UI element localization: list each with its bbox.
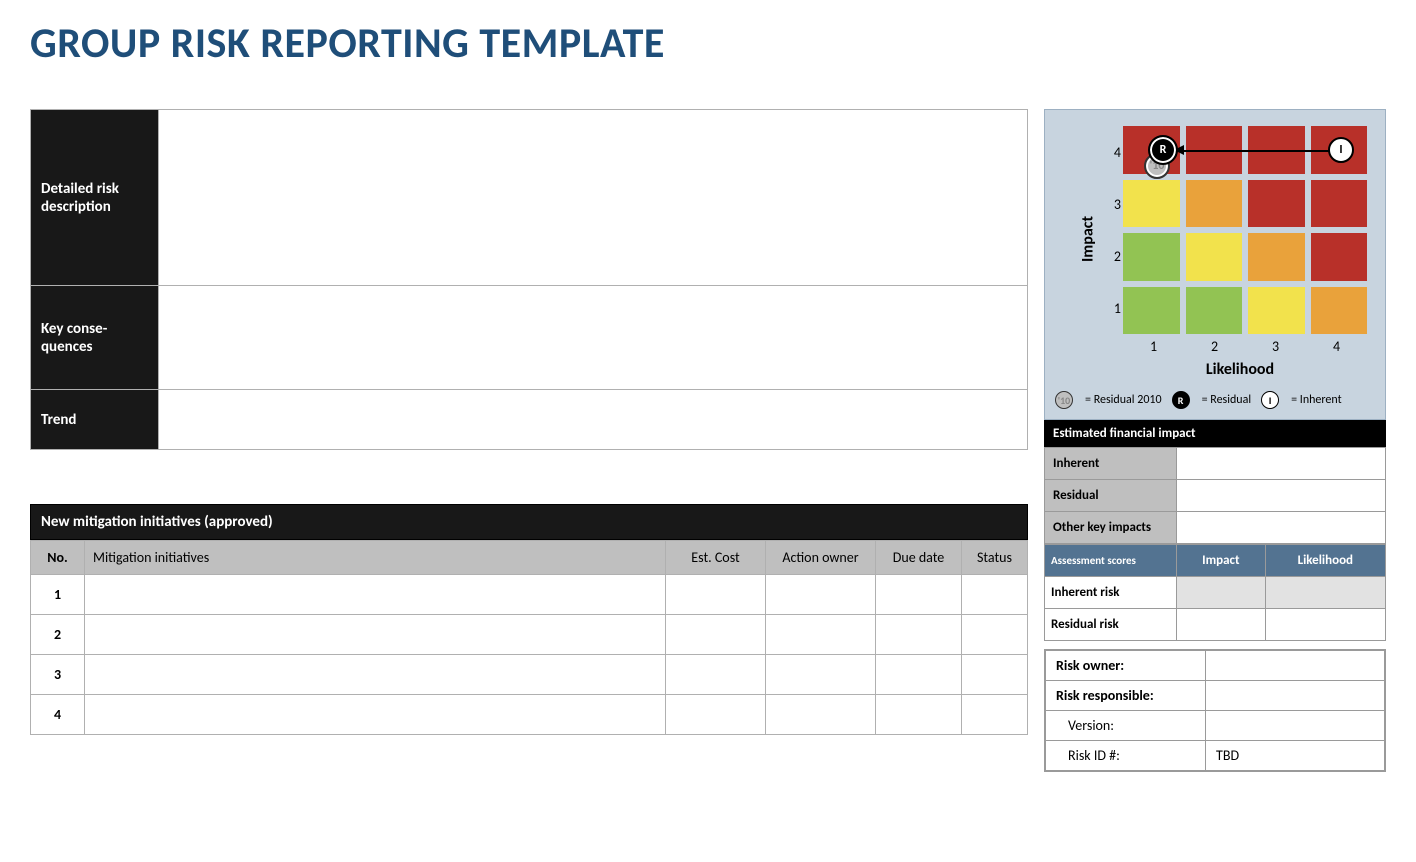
assessment-table: Assessment scores Impact Likelihood Inhe… xyxy=(1044,544,1386,641)
legend-mark-r10-icon: '10 xyxy=(1055,391,1073,409)
mit-col-no: No. xyxy=(31,541,85,575)
efi-other-value[interactable] xyxy=(1177,512,1386,544)
efi-inherent-value[interactable] xyxy=(1177,448,1386,480)
mit-row-no: 3 xyxy=(31,655,85,695)
assess-corner: Assessment scores xyxy=(1045,545,1177,577)
mit-row-due[interactable] xyxy=(876,655,962,695)
mit-row-status[interactable] xyxy=(962,575,1028,615)
axis-likelihood-label: Likelihood xyxy=(1105,360,1375,379)
page-title: GROUP RISK REPORTING TEMPLATE xyxy=(30,18,1386,69)
risk-responsible-label: Risk responsible: xyxy=(1046,681,1206,711)
mit-row-due[interactable] xyxy=(876,575,962,615)
mit-row-init[interactable] xyxy=(85,575,666,615)
assess-residual-likelihood[interactable] xyxy=(1265,609,1385,641)
legend-label-i: = Inherent xyxy=(1291,393,1342,407)
version-label: Version: xyxy=(1046,711,1206,741)
mit-row-due[interactable] xyxy=(876,615,962,655)
legend-mark-r-icon: R xyxy=(1172,391,1190,409)
matrix-cell xyxy=(1311,180,1368,228)
matrix-cell xyxy=(1186,233,1243,281)
efi-header: Estimated financial impact xyxy=(1044,420,1386,447)
risk-matrix-block: Impact 4 3 2 1 1 2 3 4 xyxy=(1044,109,1386,420)
mit-row-status[interactable] xyxy=(962,655,1028,695)
description-table: Detailed risk description Key conse­quen… xyxy=(30,109,1028,450)
mit-col-due: Due date xyxy=(876,541,962,575)
axis-impact-label: Impact xyxy=(1079,216,1098,262)
matrix-cell xyxy=(1186,180,1243,228)
mitigation-table: No. Mitigation initiatives Est. Cost Act… xyxy=(30,540,1028,735)
assess-impact-header: Impact xyxy=(1177,545,1266,577)
legend-label-r: = Residual xyxy=(1202,393,1252,407)
meta-table: Risk owner: Risk responsible: Version: R… xyxy=(1045,650,1385,771)
risk-id-label: Risk ID #: xyxy=(1046,741,1206,771)
mit-row-init[interactable] xyxy=(85,655,666,695)
mit-row-due[interactable] xyxy=(876,695,962,735)
mit-col-status: Status xyxy=(962,541,1028,575)
mit-col-init: Mitigation initiatives xyxy=(85,541,666,575)
trend-value[interactable] xyxy=(159,390,1028,450)
efi-other-label: Other key impacts xyxy=(1045,512,1177,544)
x-axis-ticks: 1 2 3 4 xyxy=(1123,338,1367,358)
legend-mark-i-icon: I xyxy=(1261,391,1279,409)
risk-responsible-value[interactable] xyxy=(1206,681,1385,711)
matrix-cell xyxy=(1123,287,1180,335)
assess-likelihood-header: Likelihood xyxy=(1265,545,1385,577)
marker-residual: R xyxy=(1148,135,1178,165)
mit-row-cost[interactable] xyxy=(666,695,766,735)
matrix-cell xyxy=(1123,233,1180,281)
y-axis-ticks: 4 3 2 1 xyxy=(1103,126,1121,334)
table-row: 1 xyxy=(31,575,1028,615)
matrix-cell xyxy=(1123,180,1180,228)
matrix-cell xyxy=(1248,180,1305,228)
table-row: 3 xyxy=(31,655,1028,695)
mit-row-owner[interactable] xyxy=(766,575,876,615)
mit-row-owner[interactable] xyxy=(766,615,876,655)
mit-row-no: 2 xyxy=(31,615,85,655)
mit-col-cost: Est. Cost xyxy=(666,541,766,575)
efi-residual-value[interactable] xyxy=(1177,480,1386,512)
mit-row-cost[interactable] xyxy=(666,615,766,655)
legend-label-r10: = Residual 2010 xyxy=(1085,393,1162,407)
matrix-cell xyxy=(1186,287,1243,335)
marker-inherent: I xyxy=(1328,137,1354,163)
mit-row-owner[interactable] xyxy=(766,695,876,735)
mit-row-status[interactable] xyxy=(962,695,1028,735)
mit-row-cost[interactable] xyxy=(666,575,766,615)
risk-owner-label: Risk owner: xyxy=(1046,651,1206,681)
matrix-cell xyxy=(1248,287,1305,335)
mit-col-owner: Action owner xyxy=(766,541,876,575)
matrix-cell xyxy=(1311,233,1368,281)
detailed-risk-value[interactable] xyxy=(159,110,1028,286)
arrow-inherent-to-residual xyxy=(1175,150,1331,152)
matrix-cell xyxy=(1248,233,1305,281)
mitigation-header: New mitigation initiatives (approved) xyxy=(30,504,1028,540)
risk-owner-value[interactable] xyxy=(1206,651,1385,681)
risk-matrix-plot: Impact 4 3 2 1 1 2 3 4 xyxy=(1091,120,1371,358)
mit-row-owner[interactable] xyxy=(766,655,876,695)
risk-id-value[interactable]: TBD xyxy=(1206,741,1385,771)
assess-residual-label: Residual risk xyxy=(1045,609,1177,641)
detailed-risk-label: Detailed risk description xyxy=(31,110,159,286)
efi-inherent-label: Inherent xyxy=(1045,448,1177,480)
key-consequences-value[interactable] xyxy=(159,286,1028,390)
mit-row-no: 1 xyxy=(31,575,85,615)
efi-table: Inherent Residual Other key impacts xyxy=(1044,447,1386,544)
assess-inherent-impact[interactable] xyxy=(1177,577,1266,609)
mit-row-no: 4 xyxy=(31,695,85,735)
efi-residual-label: Residual xyxy=(1045,480,1177,512)
version-value[interactable] xyxy=(1206,711,1385,741)
key-consequences-label: Key conse­quences xyxy=(31,286,159,390)
mit-row-status[interactable] xyxy=(962,615,1028,655)
matrix-cell xyxy=(1311,287,1368,335)
table-row: 2 xyxy=(31,615,1028,655)
table-row: 4 xyxy=(31,695,1028,735)
mit-row-init[interactable] xyxy=(85,615,666,655)
assess-inherent-label: Inherent risk xyxy=(1045,577,1177,609)
trend-label: Trend xyxy=(31,390,159,450)
assess-inherent-likelihood[interactable] xyxy=(1265,577,1385,609)
mit-row-cost[interactable] xyxy=(666,655,766,695)
matrix-legend: '10 = Residual 2010 R = Residual I = Inh… xyxy=(1055,389,1375,411)
assess-residual-impact[interactable] xyxy=(1177,609,1266,641)
mit-row-init[interactable] xyxy=(85,695,666,735)
